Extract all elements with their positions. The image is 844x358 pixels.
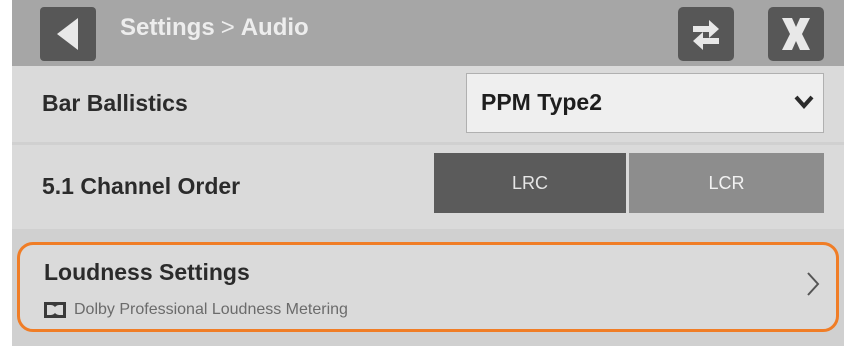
channel-order-lrc-button[interactable]: LRC [434,153,626,213]
close-x-icon [782,18,810,50]
breadcrumb-parent[interactable]: Settings [120,14,215,41]
swap-arrows-icon [693,20,719,50]
breadcrumb: Settings > Audio [120,14,309,42]
audio-settings-panel: Settings > Audio Bar Ballistics PPM Type2 … [12,0,844,346]
chevron-down-icon [794,95,814,110]
channel-order-row: 5.1 Channel Order LRC LCR [12,145,844,229]
dolby-logo-icon [44,302,66,318]
header-bar: Settings > Audio [12,0,844,66]
bar-ballistics-value: PPM Type2 [481,89,602,115]
channel-order-lcr-button[interactable]: LCR [629,153,824,213]
bar-ballistics-row: Bar Ballistics PPM Type2 [12,66,844,142]
bar-ballistics-label: Bar Ballistics [42,90,188,116]
bar-ballistics-select[interactable]: PPM Type2 [466,73,824,133]
breadcrumb-current: Audio [240,14,309,41]
loudness-settings-subtitle: Dolby Professional Loudness Metering [74,301,348,318]
breadcrumb-separator: > [220,14,235,41]
chevron-right-icon [807,272,820,296]
back-button[interactable] [40,7,96,61]
loudness-settings-subtitle-row: Dolby Professional Loudness Metering [44,301,348,319]
loudness-settings-item[interactable]: Loudness Settings Dolby Professional Lou… [17,242,839,332]
loudness-settings-title: Loudness Settings [44,259,250,285]
swap-button[interactable] [678,7,734,61]
close-button[interactable] [768,7,824,61]
channel-order-label: 5.1 Channel Order [42,173,241,199]
back-triangle-icon [57,18,78,50]
